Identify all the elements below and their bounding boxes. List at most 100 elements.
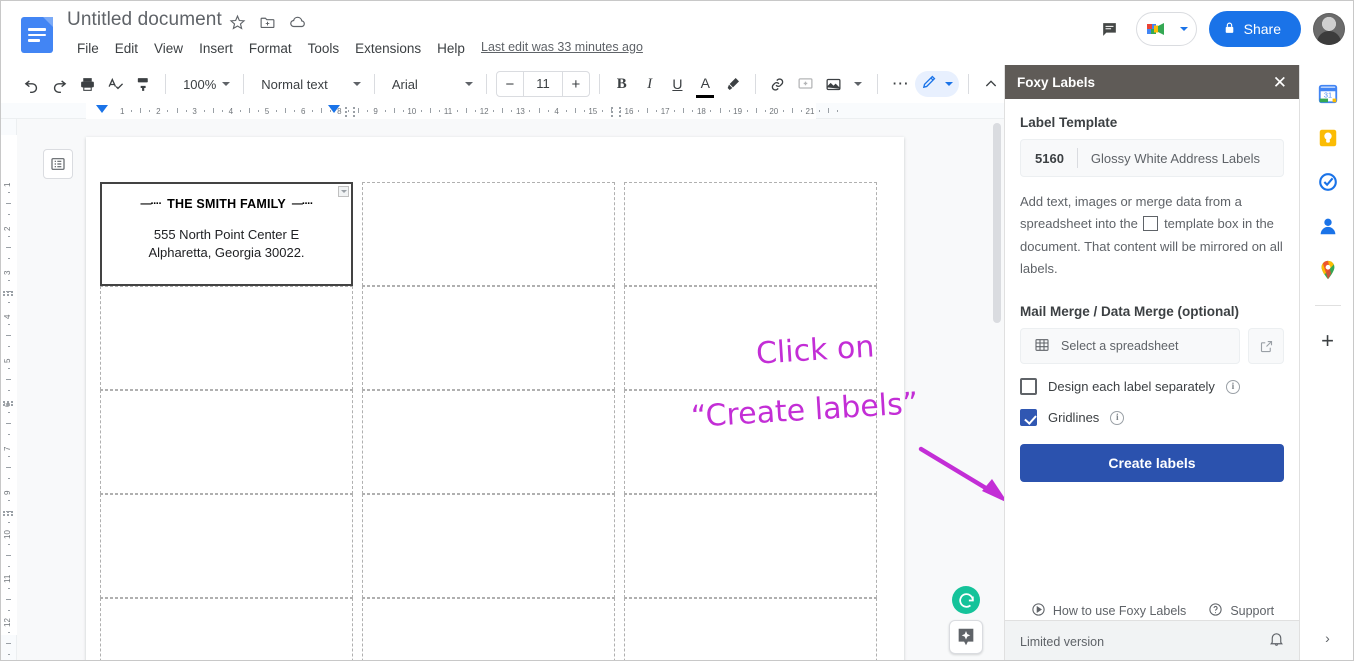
document-title[interactable]: Untitled document — [67, 9, 222, 31]
notification-bell-icon[interactable] — [1268, 631, 1285, 653]
vertical-ruler-tick — [8, 236, 10, 237]
text-color-button[interactable]: A — [692, 70, 718, 98]
info-icon[interactable]: i — [1226, 380, 1240, 394]
label-template-field[interactable]: 5160 Glossy White Address Labels — [1020, 139, 1284, 177]
insert-image-icon[interactable] — [821, 70, 847, 98]
how-to-use-link[interactable]: How to use Foxy Labels — [1031, 602, 1186, 620]
label-cell[interactable] — [100, 598, 353, 661]
font-size-decrease[interactable]: − — [497, 76, 523, 93]
font-size-stepper[interactable]: − 11 + — [496, 71, 590, 97]
vertical-ruler-number: 12 — [3, 618, 12, 627]
tab-stop-marks[interactable] — [611, 104, 625, 118]
pencil-icon — [921, 73, 938, 95]
insert-link-icon[interactable] — [765, 70, 791, 98]
open-spreadsheet-external-button[interactable] — [1248, 328, 1284, 364]
ruler-tick — [186, 110, 187, 112]
more-options-icon[interactable]: ⋯ — [887, 70, 913, 98]
vruler-margin-grip[interactable] — [3, 401, 15, 405]
label-cell[interactable] — [100, 390, 353, 494]
label-cell[interactable] — [362, 182, 615, 286]
ruler-tick — [575, 108, 576, 113]
menu-item-file[interactable]: File — [69, 39, 107, 58]
menu-item-tools[interactable]: Tools — [300, 39, 348, 58]
label-cell[interactable] — [362, 390, 615, 494]
meet-dropdown-caret[interactable] — [1180, 27, 1188, 31]
maps-icon[interactable] — [1317, 259, 1339, 281]
menu-item-edit[interactable]: Edit — [107, 39, 146, 58]
explore-button[interactable] — [949, 620, 983, 654]
star-icon[interactable] — [229, 14, 246, 31]
menu-item-view[interactable]: View — [146, 39, 191, 58]
menu-item-help[interactable]: Help — [429, 39, 473, 58]
vertical-ruler[interactable]: 12345679101112 — [1, 119, 17, 661]
add-comment-icon[interactable] — [793, 70, 819, 98]
foxy-status-footer: Limited version — [1005, 620, 1300, 661]
tasks-icon[interactable] — [1317, 171, 1339, 193]
horizontal-ruler[interactable]: 1234568910111213415161718192021 — [1, 103, 1004, 119]
comment-history-icon[interactable] — [1096, 15, 1124, 43]
underline-button[interactable]: U — [665, 70, 691, 98]
contacts-icon[interactable] — [1317, 215, 1339, 237]
chevron-down-icon — [465, 82, 473, 86]
document-outline-button[interactable] — [43, 149, 73, 179]
document-scrollbar[interactable] — [993, 123, 1001, 323]
font-size-value[interactable]: 11 — [523, 72, 563, 96]
bold-button[interactable]: B — [609, 70, 635, 98]
label-cell[interactable] — [362, 494, 615, 598]
paint-format-icon[interactable] — [130, 70, 156, 98]
left-indent-marker[interactable] — [96, 105, 108, 113]
design-separately-row[interactable]: Design each label separately i — [1020, 378, 1284, 395]
vruler-margin-grip[interactable] — [3, 291, 15, 295]
add-app-icon[interactable]: + — [1321, 330, 1334, 352]
menu-item-insert[interactable]: Insert — [191, 39, 241, 58]
expand-panel-icon[interactable]: › — [1325, 630, 1330, 646]
zoom-selector[interactable]: 100% — [175, 70, 234, 98]
redo-icon[interactable] — [47, 70, 73, 98]
last-edit-link[interactable]: Last edit was 33 minutes ago — [481, 40, 643, 54]
font-family-selector[interactable]: Arial — [384, 70, 477, 98]
select-spreadsheet-button[interactable]: Select a spreadsheet — [1020, 328, 1240, 364]
menu-item-extensions[interactable]: Extensions — [347, 39, 429, 58]
ruler-number: 16 — [625, 107, 634, 116]
google-meet-button[interactable] — [1136, 12, 1197, 46]
grammarly-button[interactable] — [952, 586, 980, 614]
editing-mode-button[interactable] — [915, 71, 959, 97]
vruler-margin-grip[interactable] — [3, 511, 15, 515]
user-avatar[interactable] — [1313, 13, 1345, 45]
support-link[interactable]: Support — [1208, 602, 1274, 620]
calendar-icon[interactable]: 31 — [1317, 83, 1339, 105]
font-size-increase[interactable]: + — [563, 76, 589, 93]
menu-item-format[interactable]: Format — [241, 39, 300, 58]
label-cell[interactable] — [100, 286, 353, 390]
spellcheck-icon[interactable] — [102, 70, 128, 98]
share-button[interactable]: Share — [1209, 11, 1301, 47]
italic-button[interactable]: I — [637, 70, 663, 98]
label-cell[interactable] — [624, 494, 877, 598]
highlight-color-icon[interactable] — [720, 70, 746, 98]
close-icon[interactable]: ✕ — [1273, 74, 1287, 91]
design-separately-checkbox[interactable] — [1020, 378, 1037, 395]
collapse-toolbar-icon[interactable] — [978, 70, 1004, 98]
image-dropdown-caret[interactable] — [854, 82, 862, 86]
paragraph-style-selector[interactable]: Normal text — [253, 70, 365, 98]
gridlines-row[interactable]: Gridlines i — [1020, 409, 1284, 426]
keep-icon[interactable] — [1317, 127, 1339, 149]
ruler-number: 1 — [120, 107, 124, 116]
undo-icon[interactable] — [19, 70, 45, 98]
move-to-folder-icon[interactable] — [259, 14, 276, 31]
label-cell[interactable] — [624, 182, 877, 286]
vertical-ruler-tick — [6, 423, 11, 424]
label-cell[interactable] — [624, 598, 877, 661]
label-cell[interactable] — [362, 598, 615, 661]
info-icon[interactable]: i — [1110, 411, 1124, 425]
share-label: Share — [1244, 21, 1281, 37]
create-labels-button[interactable]: Create labels — [1020, 444, 1284, 482]
cell-resize-handle[interactable] — [338, 186, 349, 197]
cloud-saved-icon[interactable] — [289, 13, 307, 31]
gridlines-checkbox[interactable] — [1020, 409, 1037, 426]
label-cell[interactable] — [362, 286, 615, 390]
label-cell[interactable] — [100, 494, 353, 598]
ruler-tick — [475, 110, 476, 112]
label-cell-active[interactable]: —···· THE SMITH FAMILY —···· 555 North P… — [100, 182, 353, 286]
print-icon[interactable] — [75, 70, 101, 98]
